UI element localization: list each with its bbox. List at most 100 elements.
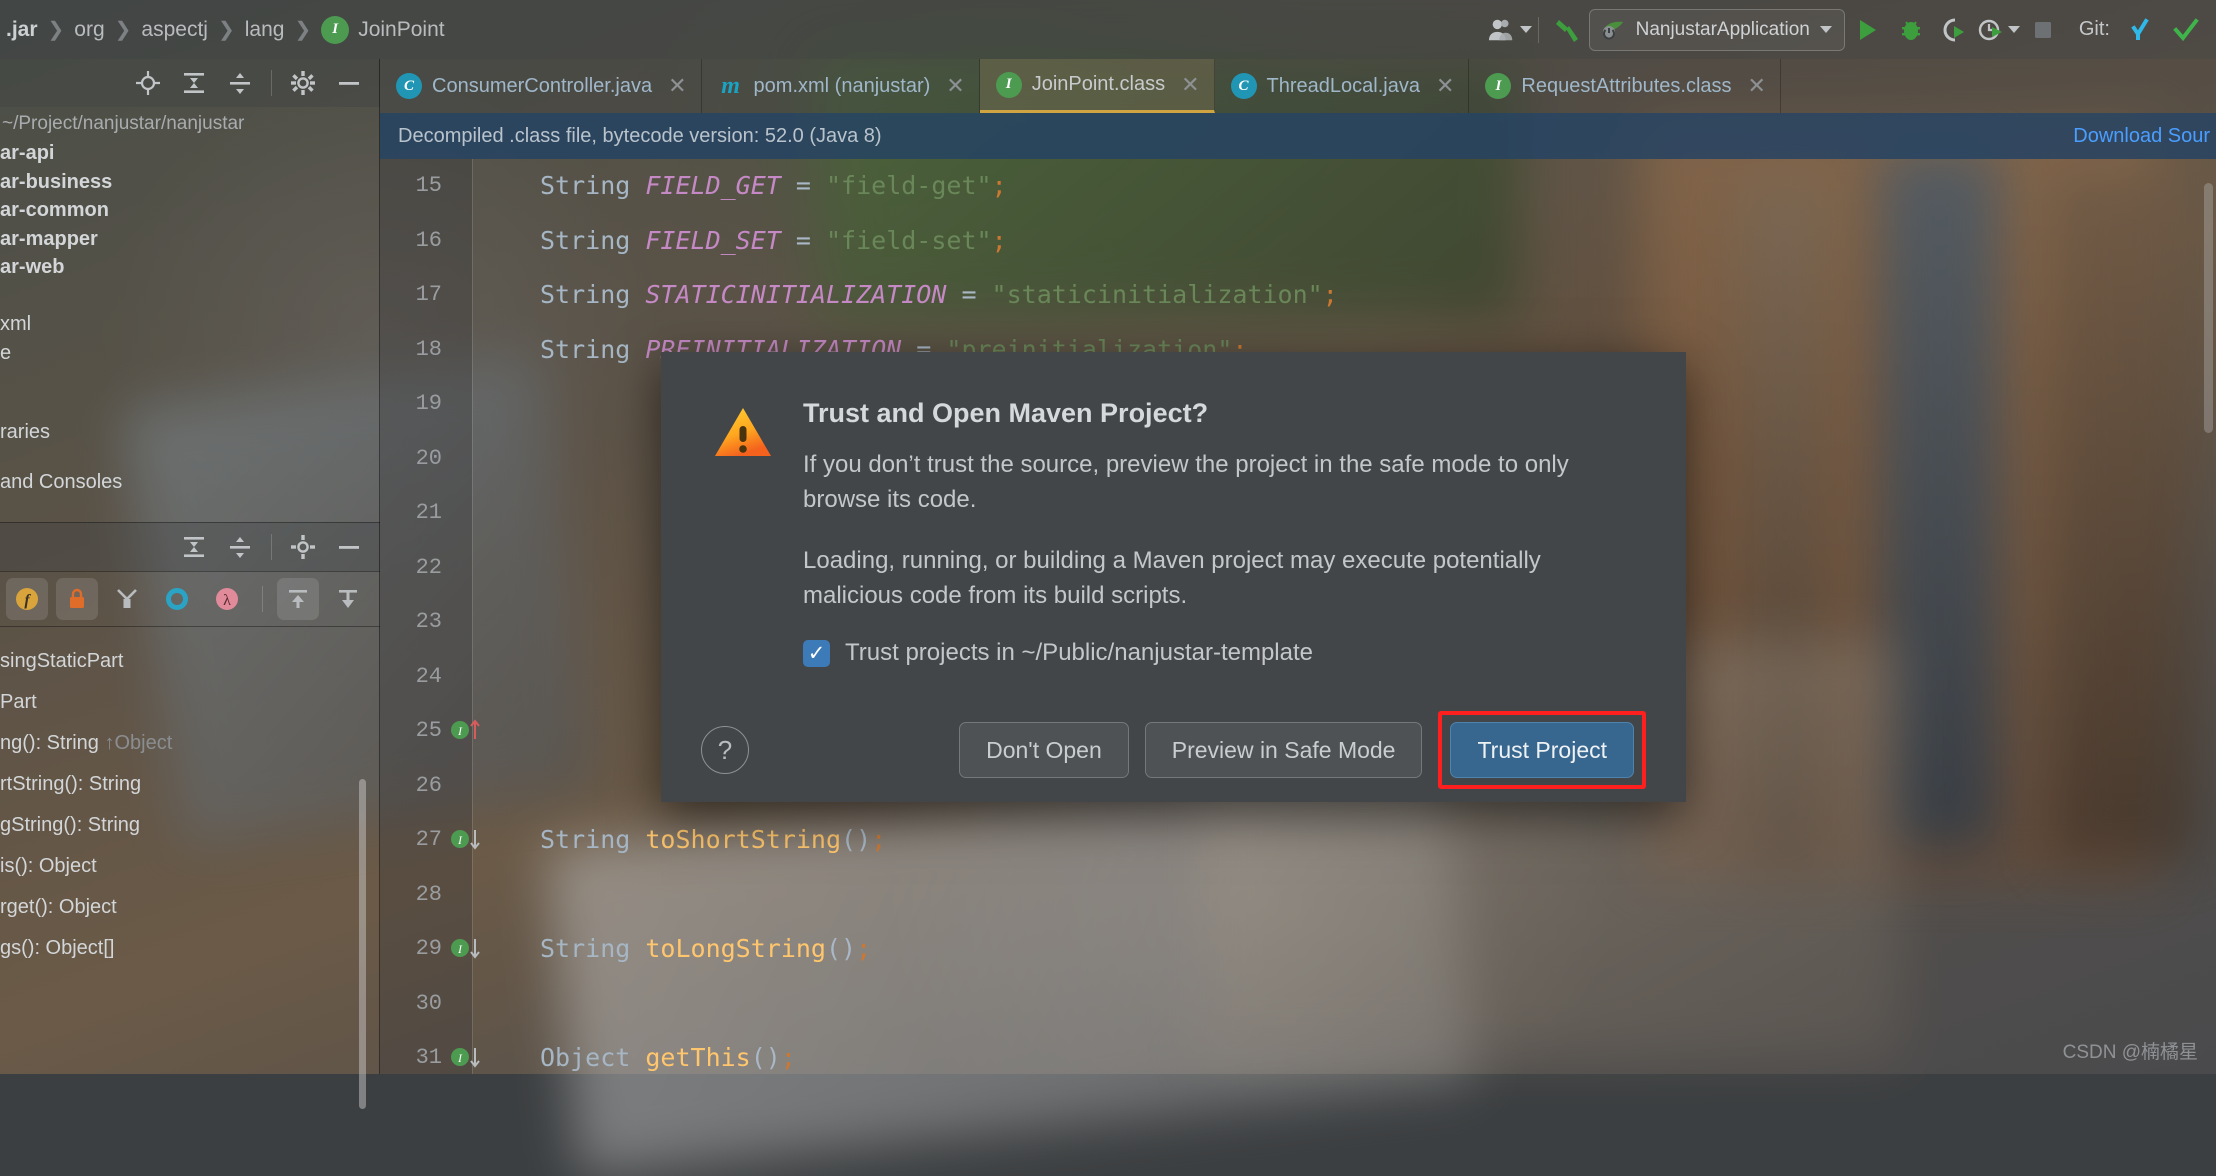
structure-item-label: Part (0, 691, 37, 713)
spring-boot-icon (1602, 21, 1623, 39)
tree-item[interactable]: raries (0, 396, 380, 468)
structure-tree: singStaticPart Part ng(): String ↑Object… (0, 627, 380, 969)
breadcrumb-item-lang[interactable]: lang (235, 18, 295, 42)
stop-button[interactable] (2021, 10, 2065, 50)
trust-project-button[interactable]: Trust Project (1450, 722, 1634, 778)
breadcrumb-separator: ❯ (47, 19, 65, 41)
toolbar-divider (1537, 16, 1539, 43)
git-commit-icon[interactable] (2164, 10, 2208, 50)
structure-item[interactable]: gString(): String (0, 805, 380, 846)
expand-all-icon[interactable] (277, 578, 319, 620)
close-icon[interactable]: ✕ (1748, 73, 1766, 99)
breadcrumb-item-jar[interactable]: .jar (6, 18, 48, 42)
git-update-project-icon[interactable] (2120, 10, 2164, 50)
tree-item-spacer (0, 367, 380, 396)
lambdas-filter-icon[interactable]: λ (206, 578, 248, 620)
collapse-all-icon[interactable] (219, 526, 261, 568)
dont-open-button[interactable]: Don't Open (959, 722, 1129, 778)
trust-projects-checkbox-row[interactable]: ✓ Trust projects in ~/Public/nanjustar-t… (803, 639, 1634, 667)
trust-projects-checkbox[interactable]: ✓ (803, 639, 830, 667)
inherited-filter-icon[interactable] (106, 578, 148, 620)
run-with-coverage-button[interactable] (1933, 10, 1977, 50)
editor-scrollbar[interactable] (2204, 183, 2213, 433)
tree-item[interactable]: e (0, 339, 380, 368)
watermark-text: CSDN @楠橘星 (2062, 1042, 2198, 1063)
trust-projects-checkbox-label: Trust projects in ~/Public/nanjustar-tem… (845, 639, 1313, 666)
run-configuration-selector[interactable]: NanjustarApplication (1588, 8, 1845, 51)
dialog-paragraph-1: If you don’t trust the source, preview t… (803, 451, 1569, 513)
select-opened-file-icon[interactable] (127, 62, 169, 104)
editor-tab-label: ThreadLocal.java (1266, 74, 1420, 97)
download-sources-link[interactable]: Download Sour (2073, 125, 2216, 148)
properties-filter-icon[interactable] (156, 578, 198, 620)
expand-all-icon[interactable] (173, 526, 215, 568)
structure-item[interactable]: gs(): Object[] (0, 928, 380, 969)
fields-filter-icon[interactable]: f (6, 578, 48, 620)
breadcrumb-item-label: JoinPoint (358, 17, 445, 41)
editor-tab-joinpoint-class[interactable]: I JoinPoint.class ✕ (979, 59, 1215, 113)
implemented-method-down-icon[interactable]: I (450, 826, 480, 850)
run-configuration-label: NanjustarApplication (1635, 18, 1810, 40)
panel-toolbar-divider (271, 70, 272, 96)
structure-item-label: gs(): Object[] (0, 937, 115, 959)
structure-item[interactable]: rget(): Object (0, 887, 380, 928)
toolbar-right-group: NanjustarApplication Git: (1488, 8, 2216, 51)
implemented-method-up-icon[interactable]: I (450, 717, 480, 741)
help-button[interactable]: ? (701, 726, 749, 774)
line-number: 15 (415, 173, 442, 198)
structure-item[interactable]: is(): Object (0, 846, 380, 887)
tree-item[interactable]: xml (0, 310, 380, 339)
non-public-filter-icon[interactable] (56, 578, 98, 620)
structure-scrollbar[interactable] (359, 779, 366, 1109)
settings-gear-icon[interactable] (282, 62, 324, 104)
editor-tab-threadlocal[interactable]: C ThreadLocal.java ✕ (1215, 59, 1470, 113)
line-number: 30 (415, 990, 442, 1016)
close-icon[interactable]: ✕ (1181, 72, 1199, 98)
panel-toolbar-divider (271, 534, 272, 560)
breadcrumb-item-joinpoint[interactable]: I JoinPoint (311, 15, 454, 44)
breadcrumb-item-aspectj[interactable]: aspectj (131, 18, 218, 42)
breadcrumb-separator: ❯ (114, 19, 132, 41)
expand-all-icon[interactable] (173, 62, 215, 104)
class-file-icon: C (396, 73, 422, 99)
breadcrumb-item-org[interactable]: org (64, 18, 114, 42)
editor-tab-pom-xml[interactable]: m pom.xml (nanjustar) ✕ (702, 59, 980, 113)
structure-item[interactable]: ng(): String ↑Object (0, 723, 380, 764)
editor-tab-requestattributes[interactable]: I RequestAttributes.class ✕ (1469, 59, 1781, 113)
structure-item-label: gString(): String (0, 814, 141, 836)
editor-tab-consumercontroller[interactable]: C ConsumerController.java ✕ (380, 59, 702, 113)
implemented-method-down-icon[interactable]: I (450, 935, 480, 959)
breadcrumb: .jar ❯ org ❯ aspectj ❯ lang ❯ I JoinPoin… (0, 15, 455, 44)
project-tool-window: ~/Project/nanjustar/nanjustar ar-api ar-… (0, 59, 380, 1109)
collapse-all-icon[interactable] (219, 62, 261, 104)
code-line: 29 I String toLongString(); (380, 922, 2216, 977)
structure-item[interactable]: Part (0, 682, 380, 723)
tree-item[interactable]: ar-web (0, 253, 380, 282)
hide-panel-icon[interactable] (328, 526, 370, 568)
decompiled-class-notification: Decompiled .class file, bytecode version… (380, 113, 2216, 159)
settings-gear-icon[interactable] (282, 526, 324, 568)
preview-in-safe-mode-button[interactable]: Preview in Safe Mode (1144, 722, 1423, 778)
close-icon[interactable]: ✕ (668, 73, 686, 99)
tree-item[interactable]: ar-api (0, 139, 380, 168)
structure-item[interactable]: singStaticPart (0, 641, 380, 682)
line-number: 19 (415, 391, 442, 416)
tree-item[interactable]: ar-business (0, 168, 380, 197)
hide-panel-icon[interactable] (328, 62, 370, 104)
line-number: 18 (415, 336, 442, 362)
profiler-button[interactable] (1977, 10, 2021, 50)
debug-button[interactable] (1889, 10, 1933, 50)
collapse-all-icon[interactable] (327, 578, 369, 620)
tree-item[interactable]: ar-mapper (0, 225, 380, 254)
tree-item[interactable]: ar-common (0, 196, 380, 225)
user-account-icon[interactable] (1488, 10, 1532, 50)
implemented-method-down-icon[interactable]: I (450, 1044, 480, 1068)
close-icon[interactable]: ✕ (946, 73, 964, 99)
structure-item-label: is(): Object (0, 855, 97, 877)
run-button[interactable] (1845, 10, 1889, 50)
tree-item[interactable]: and Consoles (0, 468, 380, 497)
structure-item[interactable]: rtString(): String (0, 764, 380, 805)
breadcrumb-separator: ❯ (217, 19, 235, 41)
build-hammer-icon[interactable] (1545, 10, 1589, 50)
close-icon[interactable]: ✕ (1436, 73, 1454, 99)
